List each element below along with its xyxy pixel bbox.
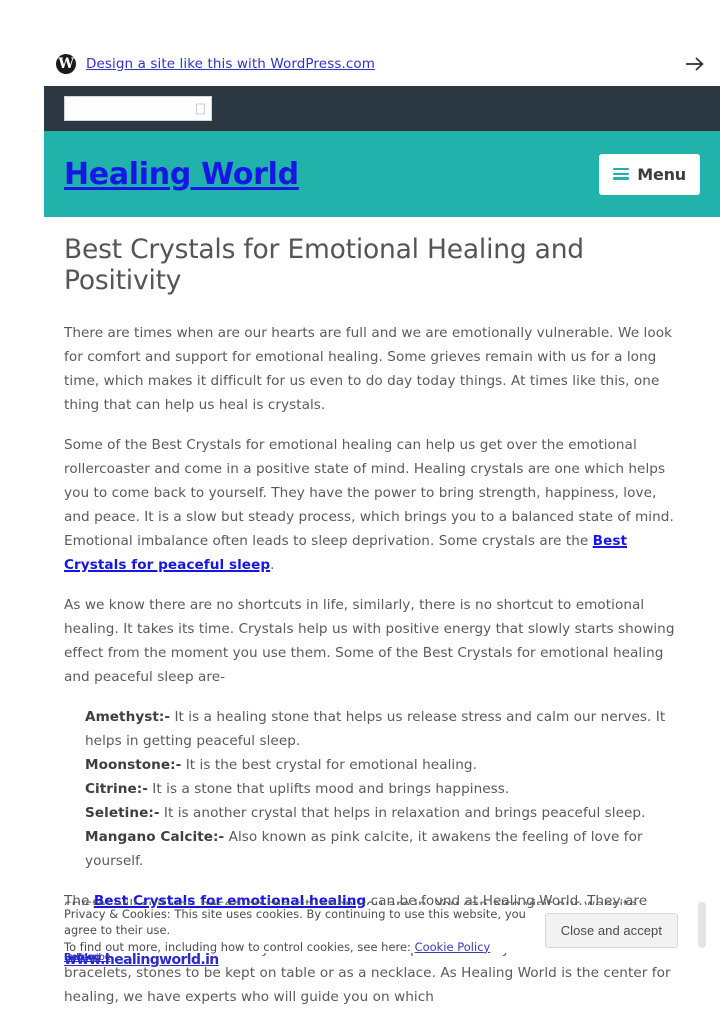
paragraph-1: There are times when are our hearts are … [64, 324, 672, 413]
hamburger-menu-icon [613, 168, 630, 180]
missing-glyph-icon [196, 103, 205, 114]
paragraph-3: As we know there are no shortcuts in lif… [64, 596, 675, 685]
design-a-site-link[interactable]: Design a site like this with WordPress.c… [86, 56, 375, 72]
page-title: Best Crystals for Emotional Healing and … [64, 234, 584, 297]
list-item-desc: It is a stone that uplifts mood and brin… [147, 780, 510, 797]
list-item: Citrine:- It is a stone that uplifts moo… [64, 777, 678, 801]
arrow-right-icon[interactable] [682, 51, 708, 77]
menu-button-label: Menu [637, 164, 686, 184]
cookie-policy-link[interactable]: Cookie Policy [415, 940, 491, 954]
list-item: Amethyst:- It is a healing stone that he… [64, 705, 678, 753]
cookie-line-2-prefix: To find out more, including how to contr… [64, 939, 415, 954]
paragraph-2: Some of the Best Crystals for emotional … [64, 433, 678, 577]
list-item-desc: It is the best crystal for emotional hea… [181, 756, 477, 773]
list-item: Seletine:- It is another crystal that he… [64, 801, 678, 825]
crystal-list: Amethyst:- It is a healing stone that he… [64, 705, 678, 873]
list-item-desc: It is another crystal that helps in rela… [159, 804, 646, 821]
clipped-text-line: crystal will suit you based on the situa… [64, 897, 638, 905]
wordpress-promo-bar: W Design a site like this with WordPress… [44, 41, 720, 86]
search-input[interactable] [65, 97, 211, 120]
site-header: Healing World Menu [44, 131, 720, 217]
list-item: Moonstone:- It is the best crystal for e… [64, 753, 678, 777]
wordpress-logo-icon: W [56, 53, 76, 74]
list-item-term: Moonstone:- [85, 756, 182, 773]
cookie-banner-text: Privacy & Cookies: This site uses cookie… [64, 906, 545, 956]
list-item-term: Seletine:- [85, 804, 160, 821]
paragraph-2-text-after: . [270, 556, 275, 573]
paragraph-2-text-before: Some of the Best Crystals for emotional … [64, 436, 674, 549]
admin-search-strip [44, 86, 720, 131]
list-item: Mangano Calcite:- Also known as pink cal… [64, 825, 678, 873]
list-item-term: Citrine:- [85, 780, 148, 797]
list-item-term: Amethyst:- [85, 708, 171, 725]
search-box[interactable] [64, 96, 212, 121]
scrollbar-thumb[interactable] [698, 902, 706, 948]
list-item-desc: It is a healing stone that helps us rele… [85, 708, 666, 749]
page-root: W Design a site like this with WordPress… [0, 0, 720, 1019]
cookie-consent-banner: Privacy & Cookies: This site uses cookie… [44, 906, 692, 956]
list-item-term: Mangano Calcite:- [85, 828, 225, 845]
menu-button[interactable]: Menu [599, 153, 700, 195]
close-and-accept-button[interactable]: Close and accept [544, 913, 678, 948]
site-title-link[interactable]: Healing World [64, 157, 299, 192]
cookie-line-1: Privacy & Cookies: This site uses cookie… [64, 906, 526, 938]
